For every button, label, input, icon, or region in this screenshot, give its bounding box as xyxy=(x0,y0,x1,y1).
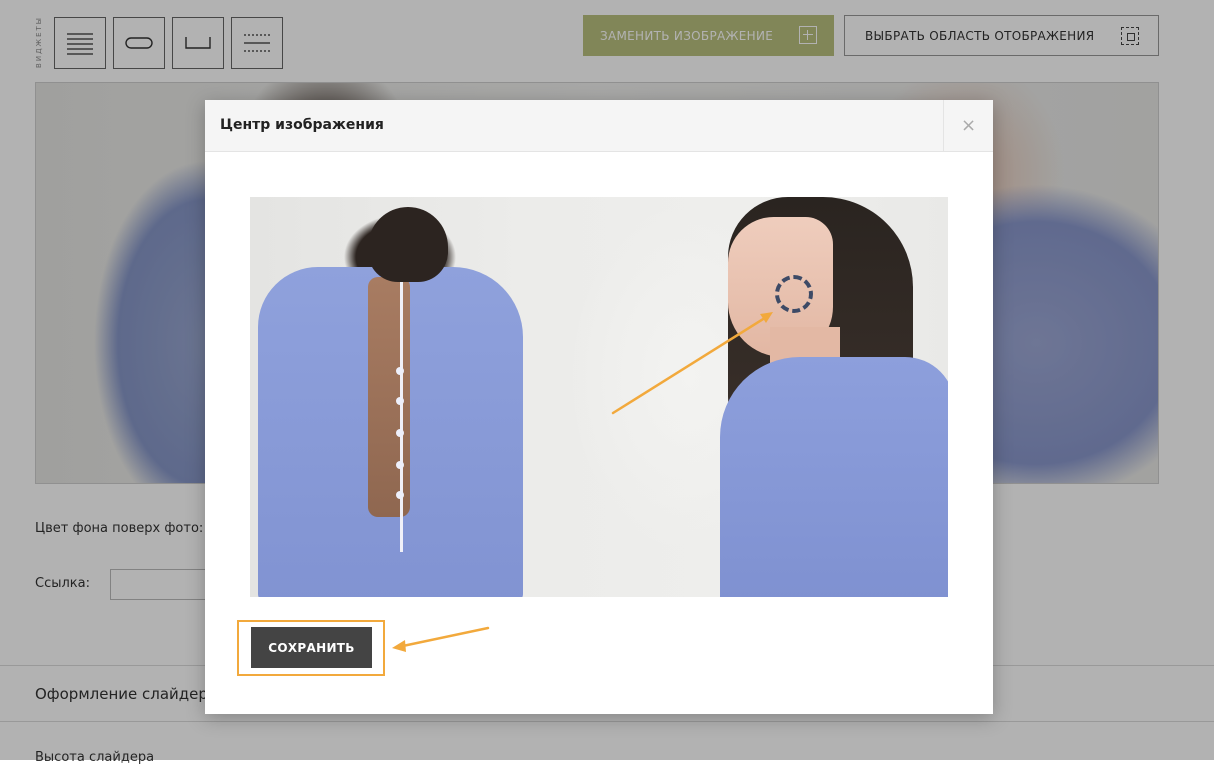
image-shirt-button xyxy=(396,367,404,375)
save-button[interactable]: СОХРАНИТЬ xyxy=(251,627,372,668)
image-placket xyxy=(400,282,403,552)
image-figure-left-back xyxy=(368,277,410,517)
focal-point-image[interactable] xyxy=(250,197,948,597)
image-center-dialog: Центр изображения × СОХРАНИТЬ xyxy=(205,100,993,714)
image-shirt-button xyxy=(396,397,404,405)
close-icon: × xyxy=(960,115,977,136)
image-shirt-button xyxy=(396,491,404,499)
image-figure-left-head xyxy=(368,207,448,282)
image-shirt-button xyxy=(396,429,404,437)
close-button[interactable]: × xyxy=(943,100,993,151)
focal-point-marker[interactable] xyxy=(775,275,813,313)
dialog-title: Центр изображения xyxy=(220,117,384,133)
image-shirt-button xyxy=(396,461,404,469)
dialog-header: Центр изображения × xyxy=(205,100,993,152)
image-figure-right-shirt xyxy=(720,357,948,597)
